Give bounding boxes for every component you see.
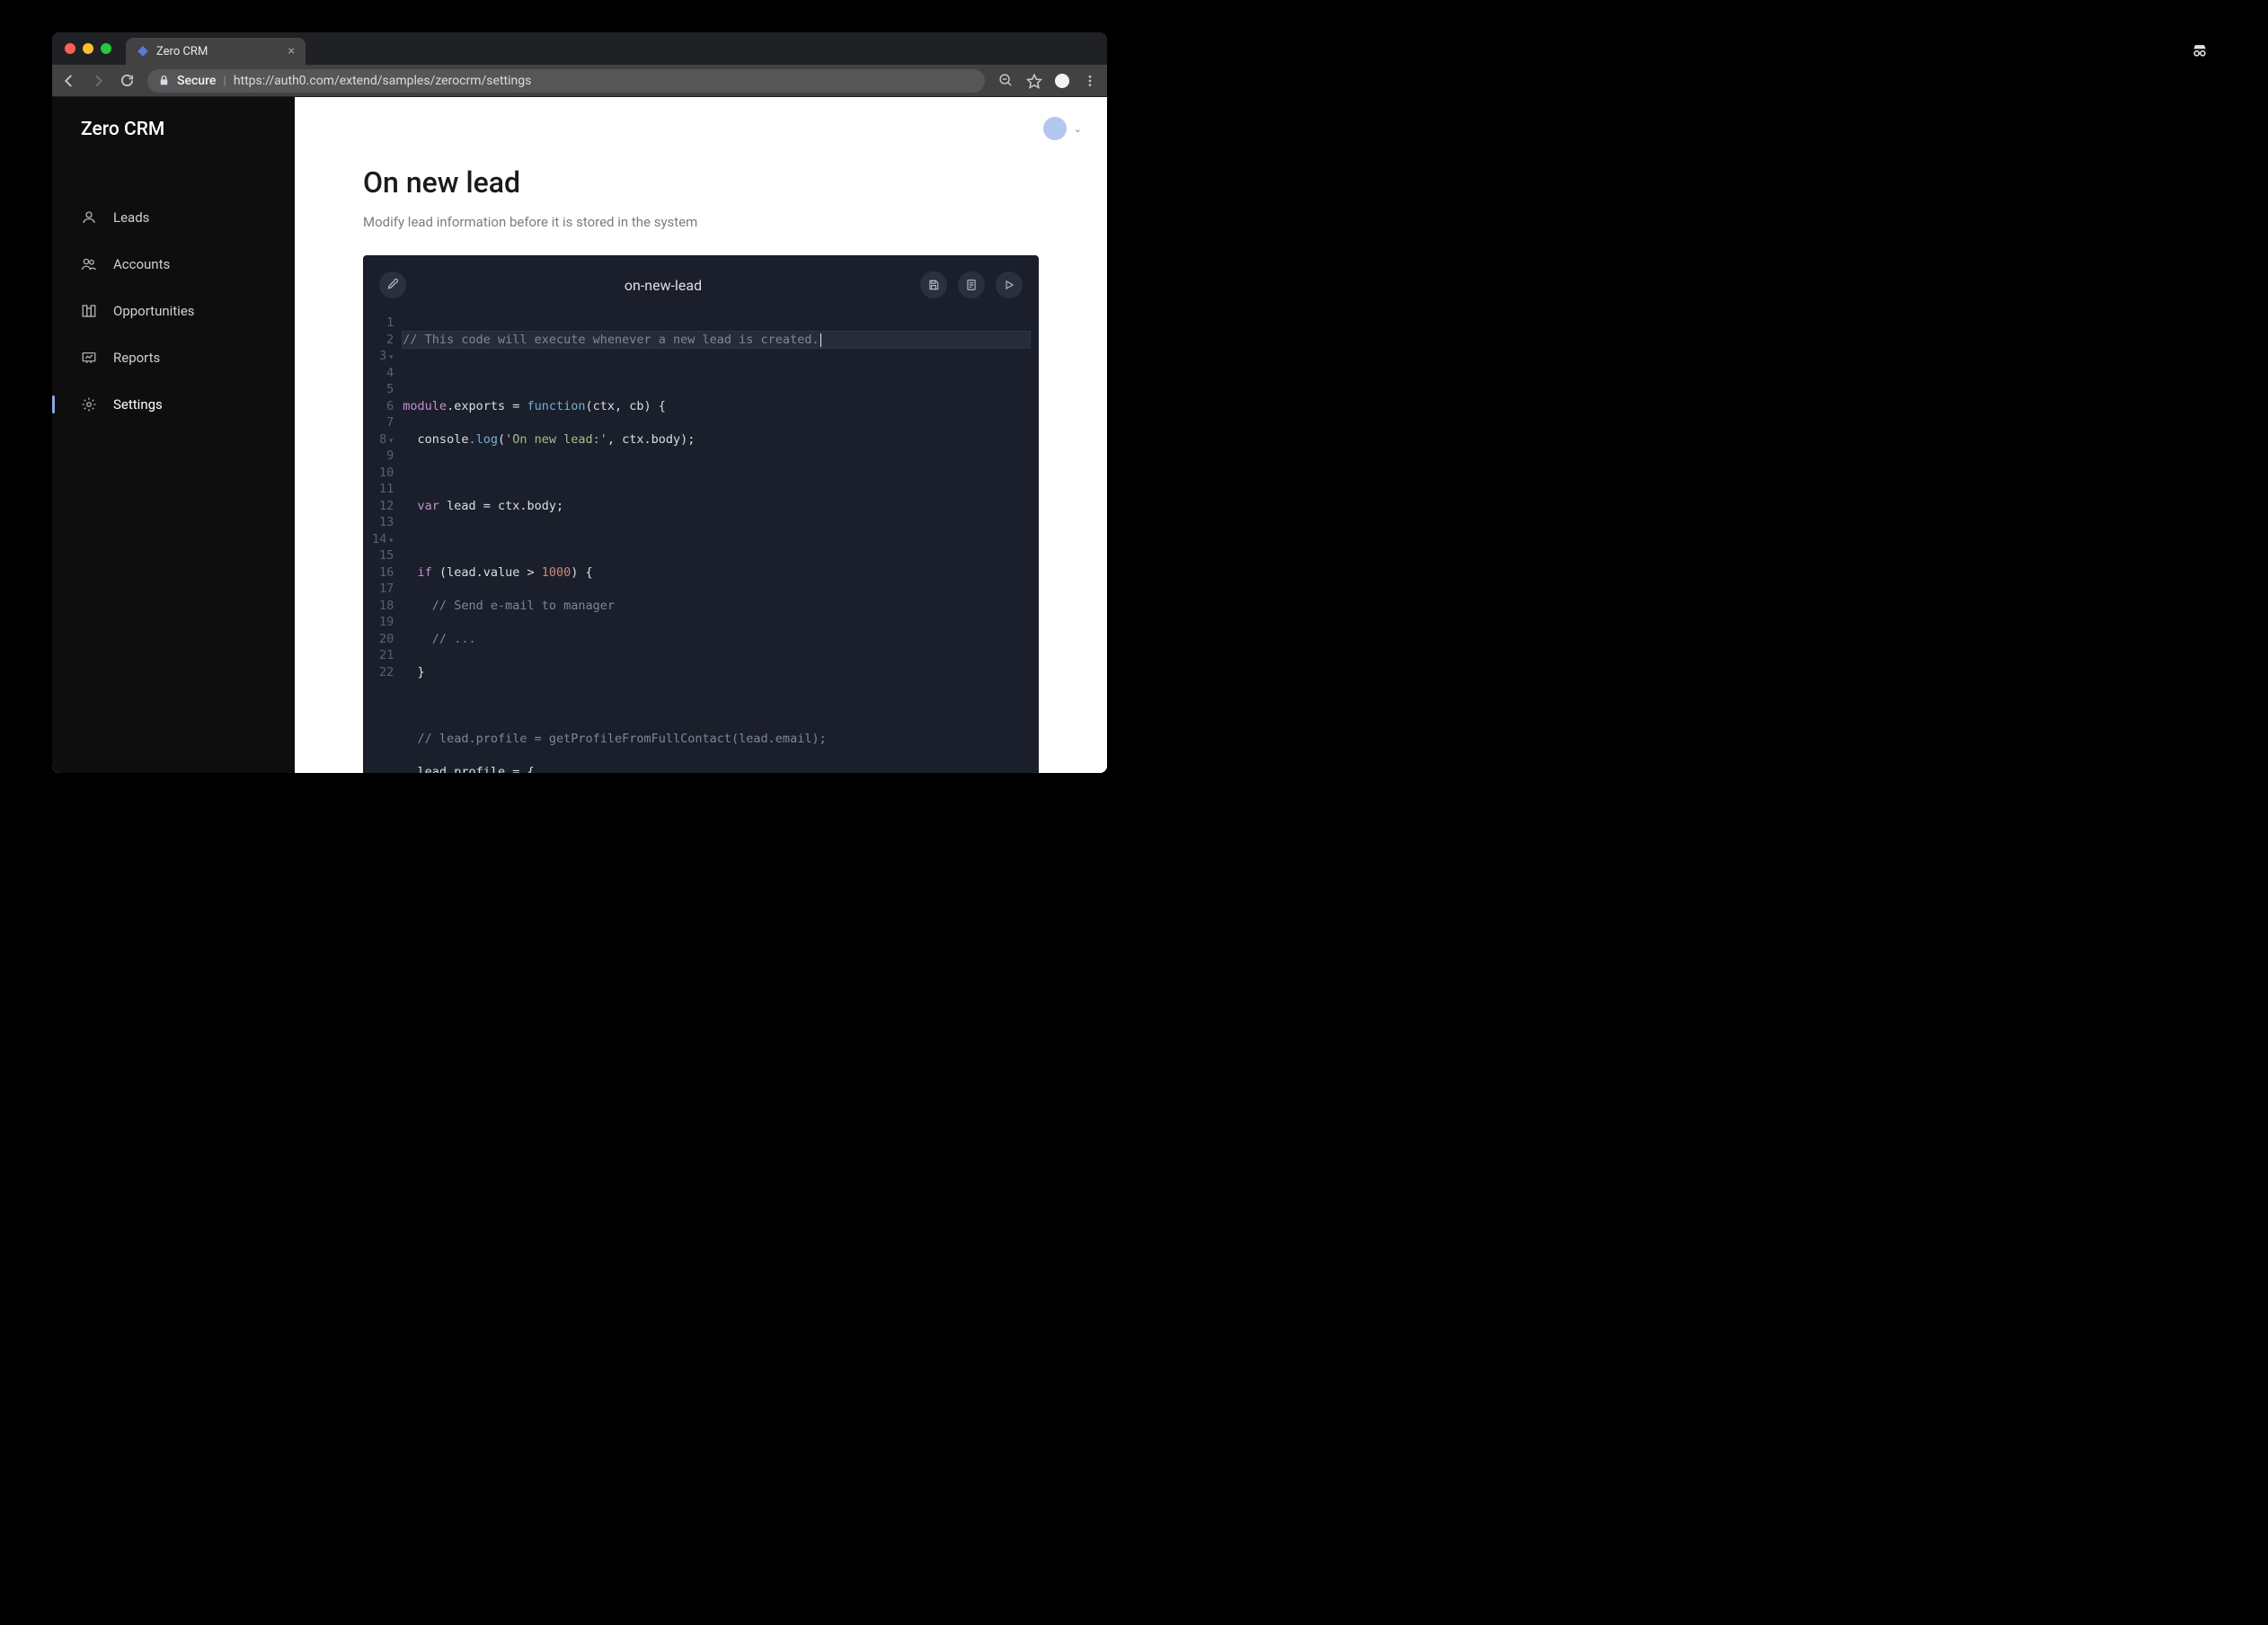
- page-title: On new lead: [363, 165, 1039, 200]
- content-area: Zero CRM Leads Accounts Opportunities: [52, 97, 1107, 773]
- save-button[interactable]: [920, 271, 947, 298]
- settings-icon: [81, 396, 97, 413]
- sidebar-item-accounts[interactable]: Accounts: [52, 241, 295, 288]
- toolbar-right: [997, 73, 1098, 89]
- editor-title: on-new-lead: [417, 277, 909, 294]
- code-text: (ctx, cb) {: [586, 399, 666, 413]
- code-text: function: [527, 399, 585, 413]
- code-content[interactable]: // This code will execute whenever a new…: [403, 315, 1039, 773]
- sidebar-item-label: Accounts: [113, 256, 170, 272]
- code-text: if: [403, 565, 432, 580]
- back-button[interactable]: [61, 73, 77, 89]
- menu-icon[interactable]: [1082, 73, 1098, 89]
- address-bar: Secure | https://auth0.com/extend/sample…: [52, 65, 1107, 97]
- tab-title: Zero CRM: [156, 45, 208, 58]
- reports-icon: [81, 350, 97, 366]
- sidebar-item-label: Reports: [113, 350, 160, 366]
- code-editor: on-new-lead 1: [363, 255, 1039, 773]
- url-text: https://auth0.com/extend/samples/zerocrm…: [234, 74, 532, 88]
- star-icon[interactable]: [1026, 73, 1042, 89]
- code-text: 'On new lead:': [505, 432, 607, 447]
- tab-favicon: [137, 45, 149, 58]
- code-text: .exports =: [447, 399, 527, 413]
- page: On new lead Modify lead information befo…: [295, 97, 1107, 773]
- code-text: (lead.value >: [432, 565, 542, 580]
- zoom-icon[interactable]: [997, 73, 1014, 89]
- code-text: lead = ctx.body;: [439, 499, 563, 513]
- window-minimize-button[interactable]: [83, 43, 93, 54]
- window-close-button[interactable]: [65, 43, 75, 54]
- browser-window: Zero CRM × Secure | https://auth0.com/ex…: [52, 32, 1107, 773]
- code-text: // Send e-mail to manager: [403, 599, 615, 613]
- url-divider: |: [223, 74, 226, 88]
- secure-label: Secure: [177, 74, 216, 88]
- sidebar-item-label: Leads: [113, 209, 149, 226]
- lock-icon: [158, 75, 170, 86]
- sidebar: Zero CRM Leads Accounts Opportunities: [52, 97, 295, 773]
- accounts-icon: [81, 256, 97, 272]
- code-text: console: [403, 432, 468, 447]
- tab-strip: Zero CRM ×: [52, 32, 1107, 65]
- code-text: .log: [468, 432, 498, 447]
- code-text: var: [403, 499, 439, 513]
- reload-button[interactable]: [119, 73, 135, 89]
- code-text: // lead.profile = getProfileFromFullCont…: [403, 732, 826, 746]
- settings-button[interactable]: [379, 271, 406, 298]
- editor-body[interactable]: 1 2 3▾ 4 5 6 7 8▾ 9 10 11 12 13: [363, 315, 1039, 773]
- window-maximize-button[interactable]: [101, 43, 111, 54]
- main: ⌄ On new lead Modify lead information be…: [295, 97, 1107, 773]
- user-menu[interactable]: ⌄: [1043, 117, 1082, 140]
- logs-button[interactable]: [958, 271, 985, 298]
- page-subtitle: Modify lead information before it is sto…: [363, 214, 1039, 230]
- code-text: // ...: [403, 632, 475, 646]
- code-text: (: [498, 432, 505, 447]
- avatar: [1043, 117, 1067, 140]
- run-button[interactable]: [996, 271, 1023, 298]
- code-text: lead.profile = {: [403, 765, 534, 774]
- opportunities-icon: [81, 303, 97, 319]
- chevron-down-icon: ⌄: [1074, 123, 1082, 135]
- url-box[interactable]: Secure | https://auth0.com/extend/sample…: [147, 69, 985, 93]
- browser-tab[interactable]: Zero CRM ×: [126, 38, 306, 65]
- editor-header: on-new-lead: [363, 255, 1039, 315]
- window-controls: [59, 32, 117, 65]
- tab-close-icon[interactable]: ×: [288, 44, 295, 58]
- sidebar-item-reports[interactable]: Reports: [52, 334, 295, 381]
- profile-icon[interactable]: [1055, 74, 1069, 88]
- code-text: 1000: [542, 565, 571, 580]
- forward-button[interactable]: [90, 73, 106, 89]
- gutter: 1 2 3▾ 4 5 6 7 8▾ 9 10 11 12 13: [363, 315, 403, 773]
- code-text: module: [403, 399, 447, 413]
- sidebar-item-label: Opportunities: [113, 303, 195, 319]
- leads-icon: [81, 209, 97, 226]
- code-text: ) {: [571, 565, 592, 580]
- sidebar-item-opportunities[interactable]: Opportunities: [52, 288, 295, 334]
- code-text: , ctx.body);: [607, 432, 695, 447]
- sidebar-item-settings[interactable]: Settings: [52, 381, 295, 428]
- sidebar-item-label: Settings: [113, 396, 163, 413]
- code-text: }: [403, 665, 424, 679]
- incognito-icon: [2191, 41, 2209, 59]
- app-name: Zero CRM: [52, 97, 295, 155]
- code-text: // This code will execute whenever a new…: [403, 333, 819, 347]
- sidebar-item-leads[interactable]: Leads: [52, 194, 295, 241]
